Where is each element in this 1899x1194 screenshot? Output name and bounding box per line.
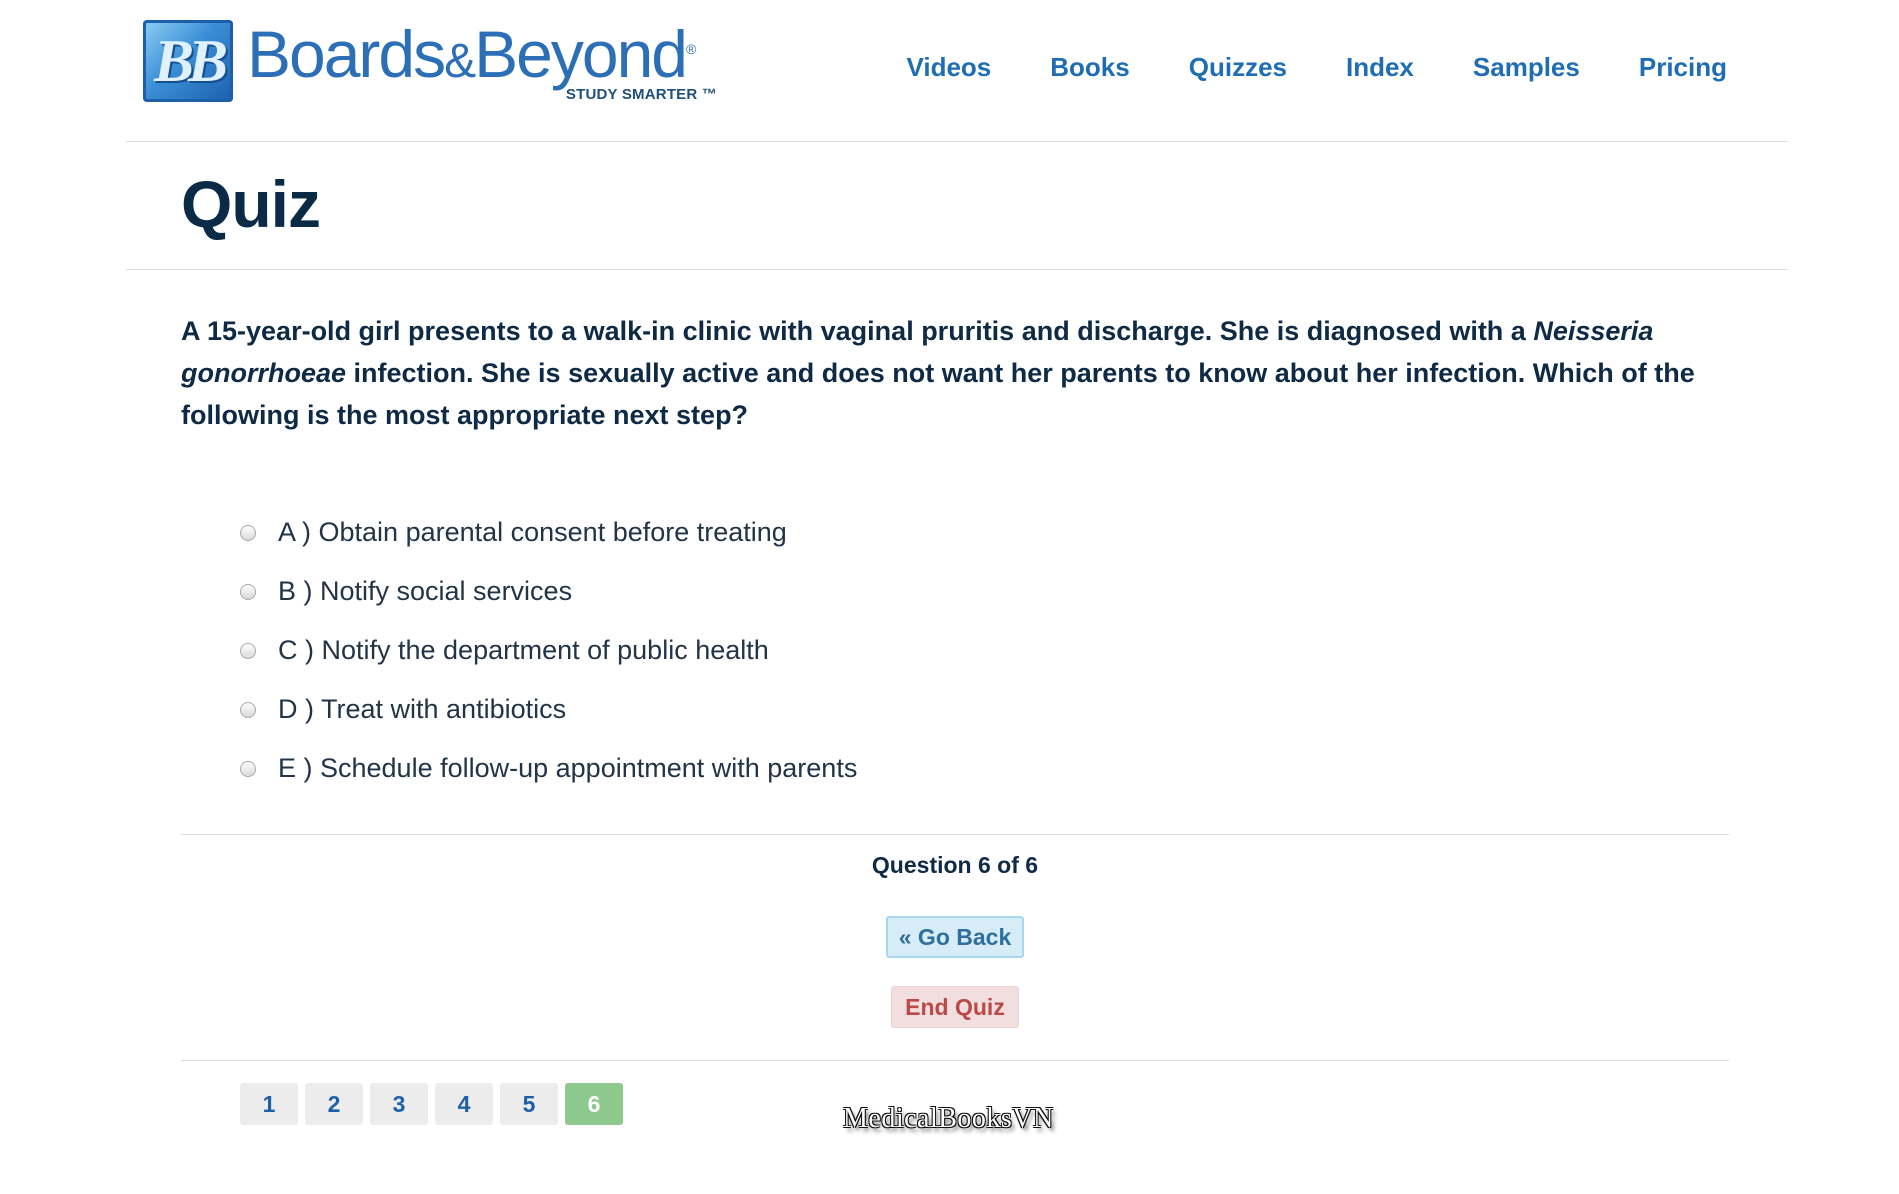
- page-button-5[interactable]: 5: [500, 1083, 558, 1125]
- brand-logo[interactable]: BB Boards&Beyond® STUDY SMARTER ™: [143, 17, 717, 104]
- end-quiz-row: End Quiz: [181, 986, 1729, 1028]
- bb-logo-icon: BB: [143, 20, 233, 102]
- radio-button[interactable]: [240, 524, 256, 541]
- radio-button[interactable]: [240, 701, 256, 718]
- choice-label[interactable]: E ) Schedule follow-up appointment with …: [278, 753, 857, 784]
- choice-d[interactable]: D ) Treat with antibiotics: [240, 680, 857, 739]
- choices-divider: [181, 834, 1729, 835]
- nav-samples[interactable]: Samples: [1473, 52, 1580, 83]
- question-stem: A 15-year-old girl presents to a walk-in…: [181, 316, 1695, 430]
- choice-a[interactable]: A ) Obtain parental consent before treat…: [240, 503, 857, 562]
- question-pager: 1 2 3 4 5 6: [240, 1083, 630, 1125]
- main-nav: Videos Books Quizzes Index Samples Prici…: [847, 52, 1727, 83]
- go-back-row: « Go Back: [181, 916, 1729, 958]
- nav-pricing[interactable]: Pricing: [1639, 52, 1727, 83]
- title-divider: [126, 269, 1788, 270]
- choice-c[interactable]: C ) Notify the department of public heal…: [240, 621, 857, 680]
- nav-books[interactable]: Books: [1050, 52, 1129, 83]
- radio-button[interactable]: [240, 583, 256, 600]
- brand-wordmark: Boards&Beyond® STUDY SMARTER ™: [247, 17, 717, 104]
- header-divider: [126, 141, 1788, 142]
- choice-label[interactable]: C ) Notify the department of public heal…: [278, 635, 769, 666]
- page-button-1[interactable]: 1: [240, 1083, 298, 1125]
- choice-e[interactable]: E ) Schedule follow-up appointment with …: [240, 739, 857, 798]
- brand-tagline: STUDY SMARTER ™: [565, 86, 717, 103]
- page-button-6-current[interactable]: 6: [565, 1083, 623, 1125]
- watermark: MedicalBooksVN: [843, 1103, 1054, 1134]
- radio-button[interactable]: [240, 642, 256, 659]
- brand-name: Boards&Beyond®: [247, 17, 696, 91]
- nav-index[interactable]: Index: [1346, 52, 1414, 83]
- nav-videos[interactable]: Videos: [906, 52, 991, 83]
- radio-button[interactable]: [240, 760, 256, 777]
- choice-label[interactable]: D ) Treat with antibiotics: [278, 694, 566, 725]
- page-button-3[interactable]: 3: [370, 1083, 428, 1125]
- choice-b[interactable]: B ) Notify social services: [240, 562, 857, 621]
- nav-quizzes[interactable]: Quizzes: [1189, 52, 1287, 83]
- page-button-4[interactable]: 4: [435, 1083, 493, 1125]
- choice-label[interactable]: A ) Obtain parental consent before treat…: [278, 517, 787, 548]
- go-back-button[interactable]: « Go Back: [885, 916, 1025, 958]
- page-title: Quiz: [181, 167, 321, 241]
- end-quiz-button[interactable]: End Quiz: [891, 986, 1019, 1028]
- answer-choices: A ) Obtain parental consent before treat…: [240, 503, 857, 798]
- choice-label[interactable]: B ) Notify social services: [278, 576, 572, 607]
- question-counter: Question 6 of 6: [871, 852, 1039, 878]
- footer-divider: [181, 1060, 1729, 1061]
- page-button-2[interactable]: 2: [305, 1083, 363, 1125]
